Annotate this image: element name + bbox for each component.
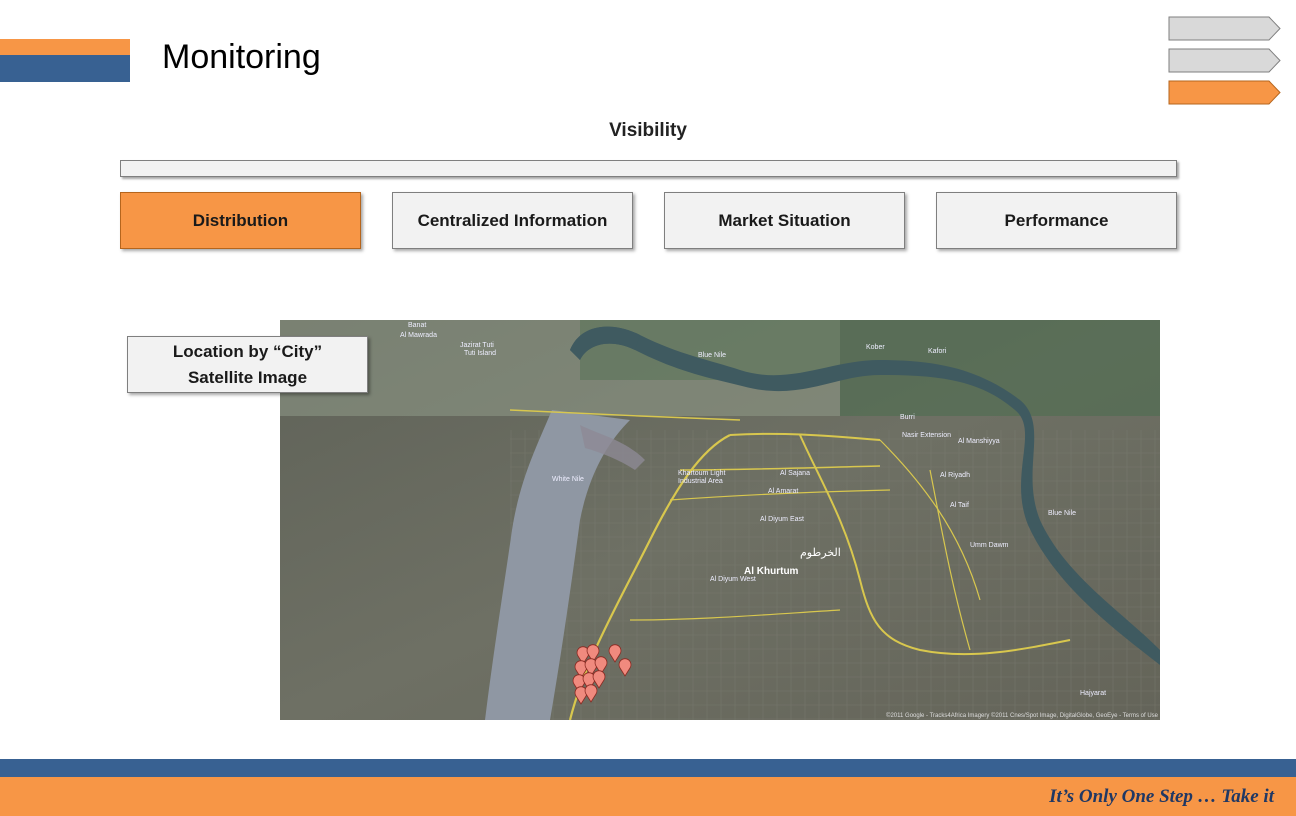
map-label-tuti-island: Tuti Island [464, 350, 497, 357]
map-label-banat: Banat [408, 322, 427, 329]
tab-performance[interactable]: Performance [936, 192, 1177, 249]
step-arrow-3-active[interactable] [1168, 80, 1281, 105]
map-label-blue-nile: Blue Nile [698, 352, 727, 359]
map-label-al-taif: Al Taif [950, 502, 969, 509]
map-label-al-diyum-east: Al Diyum East [760, 516, 804, 523]
map-label-al-riyadh: Al Riyadh [940, 472, 970, 479]
satellite-map-canvas [280, 320, 1160, 720]
map-label-al-amarat: Al Amarat [768, 488, 799, 495]
map-label-kober: Kober [866, 344, 885, 351]
footer-tagline: It’s Only One Step … Take it [1049, 786, 1274, 807]
brand-bar-blue [0, 55, 130, 82]
map-caption-line2: Satellite Image [187, 367, 308, 387]
map-label-jazirat-tuti: Jazirat Tuti [460, 342, 494, 349]
map-label-hajyarat: Hajyarat [1080, 690, 1107, 697]
visibility-scope-bar [120, 160, 1177, 177]
map-label-al-sajana: Al Sajana [780, 470, 810, 477]
map-label-al-manshiyya: Al Manshiyya [958, 438, 1000, 445]
map-label-blue-nile-east: Blue Nile [1048, 510, 1077, 517]
map-label-white-nile: White Nile [552, 476, 584, 483]
map-label-al-mawrada: Al Mawrada [400, 332, 437, 339]
tab-centralized-information[interactable]: Centralized Information [392, 192, 633, 249]
step-arrow-1[interactable] [1168, 16, 1281, 41]
brand-bar-orange [0, 39, 130, 55]
step-arrow-2[interactable] [1168, 48, 1281, 73]
map-label-kafori: Kafori [928, 348, 947, 355]
map-caption-box: Location by “City” Satellite Image [127, 336, 368, 393]
footer-bar-blue [0, 759, 1296, 777]
map-label-industrial: Khartoum Light Industrial Area [678, 470, 726, 485]
section-title: Visibility [609, 120, 687, 141]
map-attribution: ©2011 Google - Tracks4Africa Imagery ©20… [886, 713, 1158, 719]
tab-distribution[interactable]: Distribution [120, 192, 361, 249]
map-label-nasir: Nasir Extension [902, 432, 952, 439]
map-label-khartoum: Al Khurtum [744, 566, 799, 577]
map-label-umm-dawm: Umm Dawm [970, 542, 1009, 549]
page-title: Monitoring [162, 38, 321, 76]
tab-market-situation[interactable]: Market Situation [664, 192, 905, 249]
map-caption-line1: Location by “City” [172, 341, 323, 361]
map-label-al-diyum-west: Al Diyum West [710, 576, 756, 583]
map-label-burri: Burri [900, 414, 915, 421]
slide: Monitoring Visibility Distribution Centr… [0, 0, 1296, 816]
map-label-khartoum-arabic: الخرطوم [800, 547, 841, 559]
satellite-map[interactable]: White Nile Blue Nile Blue Nile Jazirat T… [280, 320, 1160, 720]
